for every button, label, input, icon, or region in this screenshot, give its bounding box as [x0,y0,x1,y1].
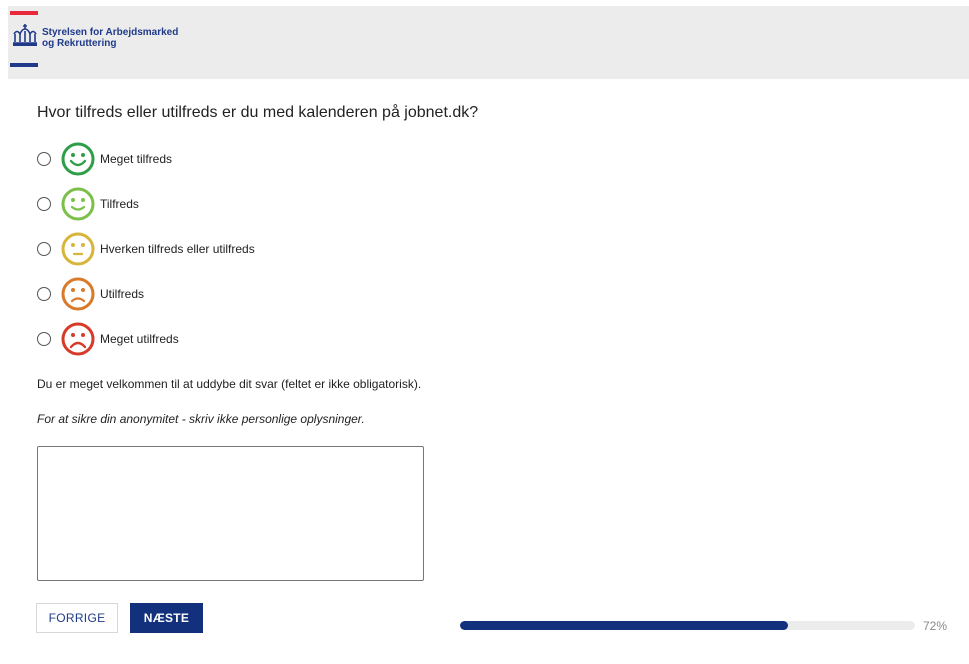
progress-bar [460,621,915,630]
org-name-line2: og Rekruttering [42,38,117,49]
survey-frame: Styrelsen for Arbejdsmarked og Rekrutter… [8,6,969,664]
option-dissatisfied[interactable]: Utilfreds [37,276,437,312]
option-label: Hverken tilfreds eller utilfreds [100,242,255,256]
option-label: Meget utilfreds [100,332,179,346]
logo-blue-stripe [10,63,38,67]
radio-button[interactable] [37,287,51,301]
option-label: Meget tilfreds [100,152,173,166]
radio-button[interactable] [37,152,51,166]
option-satisfied[interactable]: Tilfreds [37,186,437,222]
next-button[interactable]: NÆSTE [130,603,203,633]
progress-label: 72% [923,619,948,633]
org-name: Styrelsen for Arbejdsmarked og Rekrutter… [42,27,178,49]
neutral-face-icon [61,232,95,266]
radio-button[interactable] [37,197,51,211]
option-very-satisfied[interactable]: Meget tilfreds [37,141,437,177]
very-happy-face-icon [61,142,95,176]
very-sad-face-icon [61,322,95,356]
comment-textarea[interactable] [37,446,424,581]
crown-logo-icon [13,24,37,46]
header: Styrelsen for Arbejdsmarked og Rekrutter… [8,6,969,79]
question-text: Hvor tilfreds eller utilfreds er du med … [37,104,479,121]
radio-button[interactable] [37,332,51,346]
sad-face-icon [61,277,95,311]
happy-face-icon [61,187,95,221]
progress-fill [460,621,788,630]
logo-red-stripe [10,11,38,15]
anonymity-notice: For at sikre din anonymitet - skriv ikke… [37,412,365,426]
option-label: Tilfreds [100,197,139,211]
option-label: Utilfreds [100,287,145,301]
option-neutral[interactable]: Hverken tilfreds eller utilfreds [37,231,437,267]
org-name-line1: Styrelsen for Arbejdsmarked [42,27,179,38]
radio-button[interactable] [37,242,51,256]
previous-button[interactable]: FORRIGE [36,603,118,633]
option-very-dissatisfied[interactable]: Meget utilfreds [37,321,437,357]
elaborate-instruction: Du er meget velkommen til at uddybe dit … [37,377,422,391]
